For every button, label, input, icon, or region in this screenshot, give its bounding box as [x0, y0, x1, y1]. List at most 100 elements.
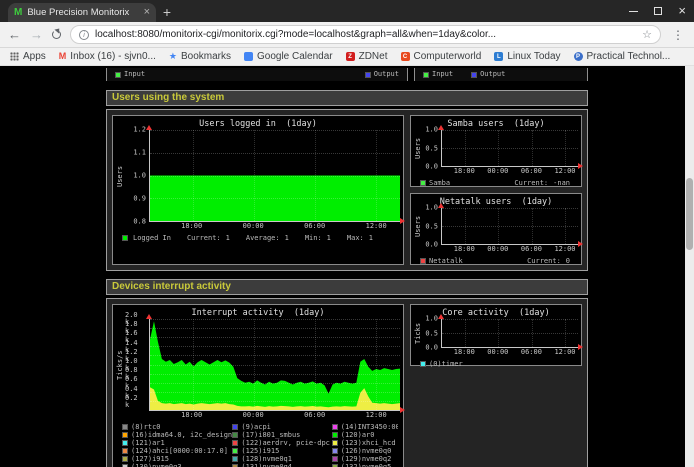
v-gridline — [532, 130, 533, 166]
v-gridline — [315, 130, 316, 221]
y-axis-arrow-icon — [146, 314, 152, 319]
graph-samba-users[interactable]: Samba users (1day)Users1.00.50.018:0000:… — [410, 115, 582, 187]
bookmark-item[interactable]: ★Bookmarks — [169, 51, 231, 62]
legend-item: (128)nvme0q1 — [232, 455, 331, 463]
cropped-graph-panel[interactable]: InputOutput — [106, 68, 408, 81]
v-gridline — [376, 130, 377, 221]
x-tick-label: 06:00 — [521, 246, 542, 253]
legend-item-label: (120)ar0 — [341, 431, 375, 439]
new-tab-button[interactable]: + — [156, 3, 178, 22]
x-axis-ticks: 18:0000:0006:0012:00 — [441, 348, 578, 357]
x-axis-ticks: 18:0000:0006:0012:00 — [441, 245, 578, 254]
bookmark-item[interactable]: LLinux Today — [494, 51, 560, 62]
forward-icon[interactable]: → — [30, 28, 43, 41]
address-bar[interactable]: i localhost:8080/monitorix-cgi/monitorix… — [70, 25, 661, 44]
plot-area[interactable] — [441, 319, 578, 348]
legend-series-name: Samba — [429, 179, 450, 187]
section-header-users: Users using the system — [106, 90, 588, 106]
plot-area[interactable] — [441, 130, 578, 167]
graph-interrupt-activity[interactable]: Interrupt activity (1day)Ticks/s2.0 k1.8… — [112, 304, 404, 467]
legend-item: (129)nvme0q2 — [332, 455, 398, 463]
legend-item: Output — [471, 71, 505, 78]
v-gridline — [532, 319, 533, 347]
site-info-icon[interactable]: i — [79, 30, 89, 40]
legend-item-label: (126)nvme0q0 — [341, 447, 392, 455]
legend-swatch — [122, 440, 128, 446]
back-icon[interactable]: ← — [8, 28, 21, 41]
legend-item-label: (130)nvme0q3 — [131, 463, 182, 467]
legend-item: (127)i915 — [122, 455, 232, 463]
y-axis-ticks: 1.21.11.00.90.8 — [125, 130, 149, 222]
star-icon: ★ — [169, 52, 177, 61]
plot-area[interactable] — [149, 130, 400, 222]
h-gridline — [150, 153, 400, 154]
legend-current: Current:0 — [527, 257, 570, 265]
site-favicon: L — [494, 52, 503, 61]
scrollbar-thumb[interactable] — [686, 178, 693, 250]
x-tick-label: 06:00 — [304, 412, 325, 419]
y-axis-ticks: 1.00.50.0 — [423, 208, 441, 245]
cropped-graphs-strip: InputOutput InputOutput — [106, 68, 588, 81]
section-users-right-column: Samba users (1day)Users1.00.50.018:0000:… — [410, 115, 582, 265]
legend-swatch — [122, 235, 128, 241]
legend-item-label: (122)aerdrv, pcie-dpc — [241, 439, 330, 447]
bookmark-item[interactable]: PPractical Technol... — [574, 51, 671, 62]
section-users: Users using the system Users logged in (… — [106, 90, 588, 271]
graph-legend: Samba Current:-nan — [420, 179, 576, 187]
legend-current: Current:-nan — [514, 179, 570, 187]
legend-item-label: (8)rtc0 — [131, 423, 161, 431]
y-tick-label: 0.0 — [425, 164, 438, 171]
y-axis-arrow-icon — [146, 125, 152, 130]
legend-item-label: Output — [480, 71, 505, 78]
plot-area[interactable] — [441, 208, 578, 245]
graph-users-logged-in[interactable]: Users logged in (1day)Users1.21.11.00.90… — [112, 115, 404, 265]
bookmark-item[interactable]: MInbox (16) - sjvn0... — [59, 51, 156, 62]
legend-item: (132)nvme0q5 — [332, 463, 398, 467]
x-tick-label: 12:00 — [366, 223, 387, 230]
plot-area[interactable] — [149, 319, 400, 411]
legend-item: (122)aerdrv, pcie-dpc — [232, 439, 331, 447]
graph-title: Users logged in (1day) — [116, 119, 400, 130]
legend-item: (130)nvme0q3 — [122, 463, 232, 467]
legend-stat-label: Current: — [527, 257, 561, 265]
x-axis-ticks: 18:0000:0006:0012:00 — [149, 411, 400, 420]
x-tick-label: 00:00 — [243, 223, 264, 230]
reload-icon[interactable] — [52, 30, 61, 39]
legend-item-label: (128)nvme0q1 — [241, 455, 292, 463]
legend-item: (126)nvme0q0 — [332, 447, 398, 455]
graph-core-activity[interactable]: Core activity (1day)Ticks1.00.50.018:000… — [410, 304, 582, 366]
x-axis-arrow-icon — [578, 163, 583, 169]
legend-swatch — [232, 432, 238, 438]
v-gridline — [565, 130, 566, 166]
bookmark-label: ZDNet — [359, 51, 388, 62]
legend-item: (124)ahci[0000:00:17.0] — [122, 447, 232, 455]
v-gridline — [376, 319, 377, 410]
bookmark-item[interactable]: CComputerworld — [401, 51, 482, 62]
y-axis-ticks: 1.00.50.0 — [423, 319, 441, 348]
graph-main: Users1.00.50.0 — [414, 208, 578, 245]
close-icon[interactable]: × — [678, 6, 686, 16]
h-gridline — [150, 383, 400, 384]
cropped-graph-panel[interactable]: InputOutput — [414, 68, 588, 81]
section-interrupts-right-column: Core activity (1day)Ticks1.00.50.018:000… — [410, 304, 582, 366]
maximize-icon[interactable] — [654, 7, 662, 15]
browser-menu-icon[interactable]: ⋮ — [670, 28, 686, 42]
page-scrollbar[interactable] — [685, 66, 694, 467]
url-text[interactable]: localhost:8080/monitorix-cgi/monitorix.c… — [95, 29, 636, 40]
legend-swatch — [332, 448, 338, 454]
bookmark-item[interactable]: ZZDNet — [346, 51, 388, 62]
graph-netatalk-users[interactable]: Netatalk users (1day)Users1.00.50.018:00… — [410, 193, 582, 265]
v-gridline — [315, 319, 316, 410]
tab-close-icon[interactable]: × — [144, 7, 150, 18]
v-gridline — [193, 130, 194, 221]
bookmark-star-icon[interactable]: ☆ — [642, 28, 652, 41]
h-gridline — [150, 346, 400, 347]
monitorix-favicon: M — [14, 7, 22, 18]
minimize-icon[interactable] — [629, 11, 638, 12]
browser-tab[interactable]: M Blue Precision Monitorix × — [8, 3, 156, 22]
bookmark-item[interactable]: Apps — [10, 51, 46, 62]
bookmark-item[interactable]: Google Calendar — [244, 51, 333, 62]
legend-stat-label: Current: — [187, 234, 221, 242]
legend-item: (14)INT3450:00 — [332, 423, 398, 431]
v-gridline — [193, 319, 194, 410]
